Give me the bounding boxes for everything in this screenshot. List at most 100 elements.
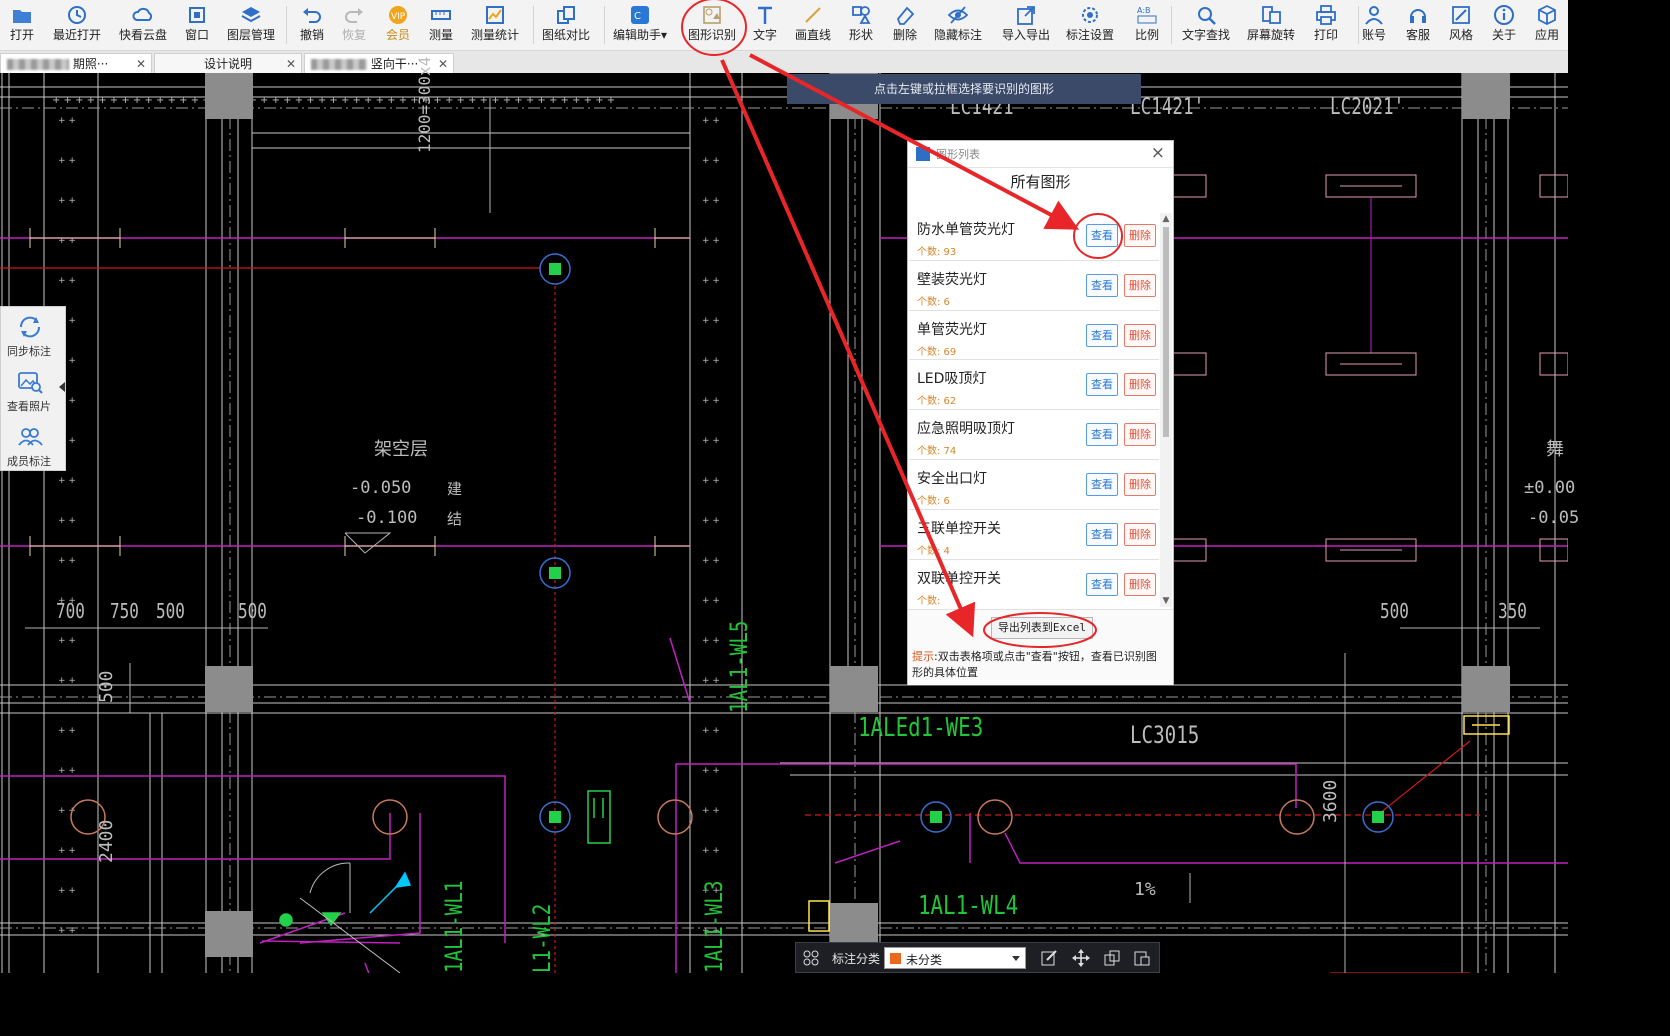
svg-text:+ +: + + (702, 316, 720, 326)
annotation-settings-icon (1082, 7, 1098, 23)
cad-dim-3600: 3600 (1320, 779, 1341, 823)
svg-text:+ +: + + (702, 396, 720, 406)
svg-text:+ +: + + (58, 726, 76, 736)
toolbar-label: 测量统计 (470, 28, 519, 42)
close-icon[interactable]: ✕ (438, 54, 448, 73)
view-button[interactable]: 查看 (1086, 472, 1118, 496)
toolbar-eraser-button[interactable]: 删除 (881, 0, 929, 48)
toolbar-shape-recognize-button[interactable]: 图形识别 (688, 0, 736, 48)
view-button[interactable]: 查看 (1086, 522, 1118, 546)
cad-dim-700: 700 (56, 599, 85, 623)
toolbar-ruler-button[interactable]: 测量 (417, 0, 465, 48)
delete-button[interactable]: 删除 (1124, 373, 1156, 397)
toolbar-measure-stats-button[interactable]: 测量统计 (471, 0, 519, 48)
shape-list-item[interactable]: 壁装荧光灯个数: 6 查看 删除 (909, 260, 1159, 311)
redacted-filename (311, 59, 367, 70)
shape-count: 个数: 74 (917, 446, 957, 458)
tab-drawing-1[interactable]: 期照··· ✕ (0, 53, 152, 73)
dialog-titlebar[interactable]: 图形列表 × (908, 141, 1173, 168)
view-photos-button[interactable]: 查看照片 (1, 364, 57, 414)
delete-button[interactable]: 删除 (1124, 323, 1156, 347)
toolbar-hide-eye-button[interactable]: 隐藏标注 (934, 0, 982, 48)
scroll-up-icon[interactable]: ▲ (1160, 213, 1172, 225)
shape-name: 应急照明吸顶灯 (917, 421, 1015, 438)
info-icon (1494, 5, 1514, 25)
shape-count: 个数: 6 (917, 296, 950, 308)
delete-button[interactable]: 删除 (1124, 224, 1156, 247)
delete-button[interactable]: 删除 (1124, 472, 1156, 496)
move-icon[interactable] (1072, 949, 1090, 967)
wall-hatch: + + + + + + + + + + + + + + + + + + + + … (52, 95, 615, 106)
rotate-screen-icon (1262, 6, 1281, 24)
close-icon[interactable]: × (1151, 143, 1165, 163)
toolbar-rotate-screen-button[interactable]: 屏幕旋转 (1247, 0, 1295, 48)
paste-icon[interactable] (1133, 949, 1151, 967)
dialog-tip: 提示:双击表格项或点击"查看"按钮，查看已识别图形的具体位置 (912, 649, 1165, 681)
toolbar-label: 编辑助手▾ (612, 28, 668, 42)
toolbar-apps-cube-button[interactable]: 应用 (1523, 0, 1571, 48)
line-icon (805, 7, 821, 23)
category-select[interactable]: 未分类 (884, 947, 1026, 969)
dialog-footer: 导出列表到Excel 提示:双击表格项或点击"查看"按钮，查看已识别图形的具体位… (908, 609, 1173, 685)
shape-list-item[interactable]: 单管荧光灯 个数: 69 查看 删除 (909, 310, 1159, 361)
lamp-circles (70, 799, 1315, 835)
svg-text:+ +: + + (702, 516, 720, 526)
collapse-panel-icon[interactable] (59, 382, 65, 392)
shape-list-item[interactable]: 双联单控开关 个数: 查看 删除 (909, 559, 1159, 606)
shape-list-item[interactable]: 安全出口灯 个数: 6 查看 删除 (909, 459, 1159, 510)
shape-count: 个数: 4 (917, 545, 950, 557)
text-search-icon (1198, 7, 1216, 25)
toolbar-cloud-button[interactable]: 快看云盘 (119, 0, 167, 48)
delete-button[interactable]: 删除 (1124, 522, 1156, 546)
svg-text:+ +: + + (702, 156, 720, 166)
shape-list-item[interactable]: 应急照明吸顶灯个数: 74 查看 删除 (909, 410, 1159, 460)
shape-name: 壁装荧光灯 (917, 271, 987, 288)
cad-dim-500b: 500 (238, 599, 267, 623)
view-button[interactable]: 查看 (1086, 273, 1118, 297)
toolbar-compare-button[interactable]: 图纸对比 (542, 0, 590, 48)
export-excel-button[interactable]: 导出列表到Excel (991, 617, 1093, 639)
toolbar-recent-clock-button[interactable]: 最近打开 (53, 0, 101, 48)
shape-count: 个数: 93 (917, 247, 957, 258)
toolbar-label: 应用 (1534, 28, 1559, 42)
view-button[interactable]: 查看 (1086, 572, 1118, 596)
shape-list-item[interactable]: LED吸顶灯 个数: 62 查看 删除 (909, 360, 1159, 411)
view-button[interactable]: 查看 (1086, 423, 1118, 447)
cad-label-elev-right2: -0.05 (1528, 508, 1580, 528)
toolbar-scale-button[interactable]: A:B 比例 (1123, 0, 1171, 48)
cad-label-wl1: 1AL1-WL1 (440, 880, 468, 973)
shape-list-item[interactable]: 防水单管荧光灯个数: 93 查看 删除 (909, 211, 1159, 261)
toolbar-text-search-button[interactable]: 文字查找 (1182, 0, 1230, 48)
toolbar-window-button[interactable]: 窗口 (173, 0, 221, 48)
shape-list-item[interactable]: 三联单控开关个数: 4 查看 删除 (909, 509, 1159, 560)
scroll-down-icon[interactable]: ▼ (1160, 595, 1172, 607)
delete-button[interactable]: 删除 (1124, 572, 1156, 596)
sync-annotation-label: 同步标注 (7, 345, 51, 358)
member-annotation-button[interactable]: 成员标注 (1, 419, 57, 469)
list-scrollbar[interactable]: ▲ ▼ (1160, 213, 1172, 607)
copy-icon[interactable] (1103, 949, 1121, 967)
close-icon[interactable]: ✕ (286, 54, 296, 73)
sync-annotation-button[interactable]: 同步标注 (1, 309, 57, 359)
edit-icon[interactable] (1040, 949, 1058, 967)
undo-icon (303, 8, 321, 23)
tab-design-notes[interactable]: 设计说明 ✕ (154, 53, 302, 73)
delete-button[interactable]: 删除 (1124, 423, 1156, 447)
view-button[interactable]: 查看 (1086, 373, 1118, 397)
shape-name: 三联单控开关 (917, 520, 1001, 537)
scroll-thumb[interactable] (1163, 227, 1169, 437)
grid-menu-icon[interactable] (803, 950, 819, 966)
toolbar-layers-button[interactable]: 图层管理 (227, 0, 275, 48)
close-icon[interactable]: ✕ (136, 54, 146, 73)
toolbar-import-export-button[interactable]: 导入导出 (1002, 0, 1050, 48)
svg-text:+ +: + + (702, 726, 720, 736)
view-button[interactable]: 查看 (1086, 224, 1118, 247)
toolbar-annotation-settings-button[interactable]: 标注设置 (1066, 0, 1114, 48)
main-toolbar: 打开 最近打开 快看云盘 窗口 图层管理 撤销 恢复 VIP 会员 测量 测量统计 图纸对比 C 编辑助手… (0, 0, 1568, 51)
toolbar-open-folder-button[interactable]: 打开 (0, 0, 46, 48)
view-button[interactable]: 查看 (1086, 323, 1118, 347)
cad-drawing-canvas[interactable]: + + + + + + + + + + + + + + + + + + + + … (0, 57, 1579, 973)
shape-name: 防水单管荧光灯 (917, 222, 1015, 238)
delete-button[interactable]: 删除 (1124, 273, 1156, 297)
toolbar-edit-assistant-button[interactable]: C 编辑助手▾ (613, 0, 667, 48)
